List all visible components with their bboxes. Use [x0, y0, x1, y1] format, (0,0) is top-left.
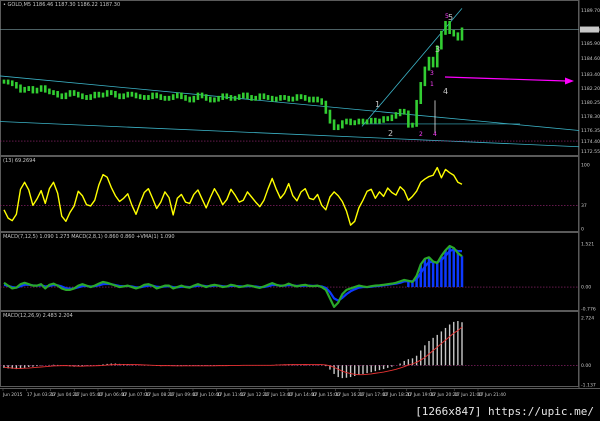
stochastic-axis-tick: 37: [581, 203, 587, 209]
stochastic-line: [3, 166, 463, 226]
wave-label: 4: [443, 87, 448, 96]
macd-hist-axis-tick: 2.724: [581, 316, 594, 322]
macd-fast-axis-tick: 1.521: [581, 242, 594, 248]
price-axis-tick: 1183.40: [581, 72, 600, 78]
channel-upper-trendline: [0, 75, 580, 131]
macd-fast-layer: 1.521 0.00 -0.776: [0, 242, 596, 313]
macd-hist-axis-tick: 0.00: [581, 363, 591, 369]
macd-hist-layer: 2.724 0.00 -1.137: [0, 316, 596, 389]
stochastic-axis-tick: 100: [581, 163, 590, 169]
axes-layer: Jun 2015 17 Jun 03:2017 Jun 04:2017 Jun 0…: [2, 388, 506, 398]
wave-label: 2: [388, 129, 393, 138]
stochastic-axis-tick: 0: [581, 227, 584, 233]
image-size-watermark: [1266x847] https://upic.me/: [413, 405, 596, 418]
macd-signal-line: [3, 326, 463, 376]
price-axis-tick: 1185.90: [581, 41, 600, 47]
macd-hist-pane[interactable]: [0, 311, 579, 387]
stochastic-layer: 100 37 0: [0, 163, 590, 233]
magenta-wave-label: 4: [433, 131, 437, 138]
magenta-wave-label: 5: [445, 13, 449, 20]
macd-fast-line: [3, 244, 463, 308]
macd-fast-axis-tick: 0.00: [581, 285, 591, 291]
price-axis-tick: 1172.55: [581, 149, 600, 155]
channel-lower-trendline: [0, 121, 580, 148]
macd-fast-slow-line: [3, 248, 462, 302]
price-pane-header: • GOLD,M5 1186.46 1187.30 1186.22 1187.3…: [3, 2, 120, 8]
wave-label: 3: [435, 45, 440, 54]
buy-arrow-head: [565, 77, 574, 85]
buy-arrow-shaft: [444, 76, 567, 82]
price-axis-tick: 1178.30: [581, 114, 600, 120]
stochastic-pane-header: (13) 69.2694: [3, 158, 36, 164]
time-axis-tick: Jun 2015: [2, 392, 23, 398]
price-axis-tick: 1189.70: [581, 8, 600, 14]
price-layer: 1187.30123452 41351189.701185.901184.6011…: [0, 8, 600, 155]
price-axis-tick: 1174.40: [581, 139, 600, 145]
chart-canvas[interactable]: • GOLD,M5 1186.46 1187.30 1186.22 1187.3…: [0, 0, 600, 421]
price-axis-tick: 1182.20: [581, 86, 600, 92]
macd-hist-pane-header: MACD(12,26,9) 2.483 2.204: [3, 313, 73, 319]
wave-label: 1: [375, 100, 380, 109]
macd-hist-axis-tick: -1.137: [581, 383, 596, 389]
price-axis-tick: 1180.25: [581, 100, 600, 106]
stochastic-pane[interactable]: [0, 156, 579, 232]
macd-fast-axis-tick: -0.776: [581, 307, 596, 313]
current-price-label: 1187.30: [581, 27, 600, 33]
magenta-wave-label: 1: [430, 81, 434, 88]
price-axis-tick: 1176.35: [581, 128, 600, 134]
magenta-wave-label: 2: [419, 131, 423, 138]
macd-fast-pane-header: MACD(7,12,5) 1.090 1.273 MACD(2,8,1) 0.8…: [3, 234, 175, 240]
macd-fast-pane[interactable]: [0, 232, 579, 311]
trading-terminal: • GOLD,M5 1186.46 1187.30 1186.22 1187.3…: [0, 0, 600, 421]
time-axis-tick: 17 Jun 21:40: [478, 392, 506, 398]
price-axis-tick: 1184.60: [581, 56, 600, 62]
magenta-wave-label: 3: [430, 70, 434, 77]
